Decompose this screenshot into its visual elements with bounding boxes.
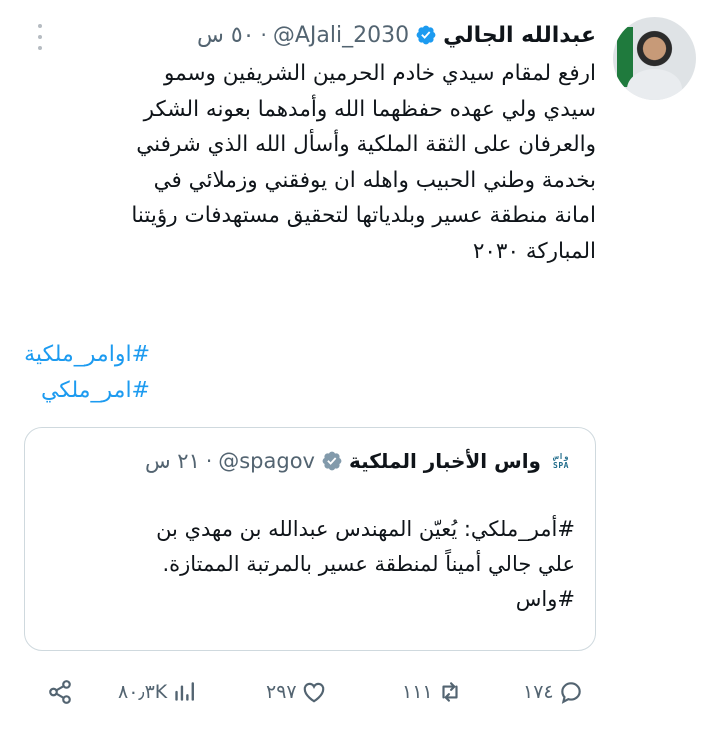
share-icon	[49, 680, 71, 704]
spa-logo-top: واس	[553, 452, 569, 461]
quoted-tweet-header: واس SPA واس الأخبار الملكية @spagov · ٢١…	[145, 446, 575, 476]
quoted-tweet-text: #أمر_ملكي: يُعيّن المهندس عبدالله بن مهد…	[35, 512, 575, 617]
retweets-count: ١١١	[402, 681, 433, 703]
quoted-tweet-time[interactable]: ٢١ س	[145, 449, 200, 473]
quoted-tweet-card[interactable]: واس SPA واس الأخبار الملكية @spagov · ٢١…	[24, 427, 596, 651]
quoted-author-handle[interactable]: @spagov	[218, 449, 315, 473]
separator-dot: ·	[205, 449, 213, 473]
views-button[interactable]: ٨٠٫٣K	[118, 670, 197, 714]
verified-badge-icon	[416, 25, 436, 45]
quoted-text-line: #واس	[515, 587, 575, 611]
spa-logo-bottom: SPA	[553, 461, 569, 470]
tweet-text-line: المباركة ٢٠٣٠	[472, 238, 596, 264]
like-icon	[303, 682, 324, 703]
tweet-text-line: بخدمة وطني الحبيب واهله ان يوفقني وزملائ…	[153, 167, 596, 193]
views-icon	[175, 682, 195, 701]
gray-verified-badge-icon	[322, 451, 342, 471]
quoted-text-line: #أمر_ملكي: يُعيّن المهندس عبدالله بن مهد…	[156, 517, 575, 541]
share-button[interactable]	[47, 670, 73, 714]
quoted-text-line: علي جالي أميناً لمنطقة عسير بالمرتبة الم…	[162, 552, 575, 576]
reply-button[interactable]: ١٧٤	[523, 670, 584, 714]
tweet-text: ارفع لمقام سيدي خادم الحرمين الشريفين وس…	[21, 56, 596, 269]
retweet-button[interactable]: ١١١	[402, 670, 463, 714]
tweet-text-line: ارفع لمقام سيدي خادم الحرمين الشريفين وس…	[164, 61, 596, 86]
like-button[interactable]: ٢٩٧	[266, 670, 327, 714]
tweet-text-line: سيدي ولي عهده حفظهما الله وأمدهما بعونه …	[143, 96, 596, 122]
author-name[interactable]: عبدالله الجالي	[443, 23, 596, 48]
author-handle[interactable]: @AJali_2030	[273, 23, 409, 48]
views-count: ٨٠٫٣K	[118, 681, 168, 703]
hashtag-link[interactable]: #امر_ملكي	[24, 373, 150, 409]
hashtag-link[interactable]: #اوامر_ملكية	[24, 337, 150, 373]
hashtag-list: #اوامر_ملكية #امر_ملكي	[24, 337, 150, 409]
tweet-text-line: والعرفان على الثقة الملكية وأسأل الله ال…	[136, 132, 596, 157]
quoted-author-name[interactable]: واس الأخبار الملكية	[349, 449, 541, 473]
tweet-header: عبدالله الجالي @AJali_2030 · ٥٠ س	[197, 18, 596, 52]
retweet-icon	[442, 682, 458, 702]
author-avatar[interactable]	[613, 17, 696, 100]
separator-dot: ·	[260, 23, 267, 47]
spa-logo[interactable]: واس SPA	[547, 450, 575, 472]
more-icon[interactable]	[33, 24, 47, 50]
likes-count: ٢٩٧	[266, 681, 297, 703]
replies-count: ١٧٤	[523, 681, 554, 703]
tweet-text-line: امانة منطقة عسير وبلدياتها لتحقيق مستهدف…	[131, 203, 596, 228]
reply-icon	[560, 682, 581, 704]
tweet-time[interactable]: ٥٠ س	[197, 23, 255, 48]
tweet-action-bar: ٨٠٫٣K ٢٩٧ ١١١ ١٧٤	[0, 670, 720, 714]
